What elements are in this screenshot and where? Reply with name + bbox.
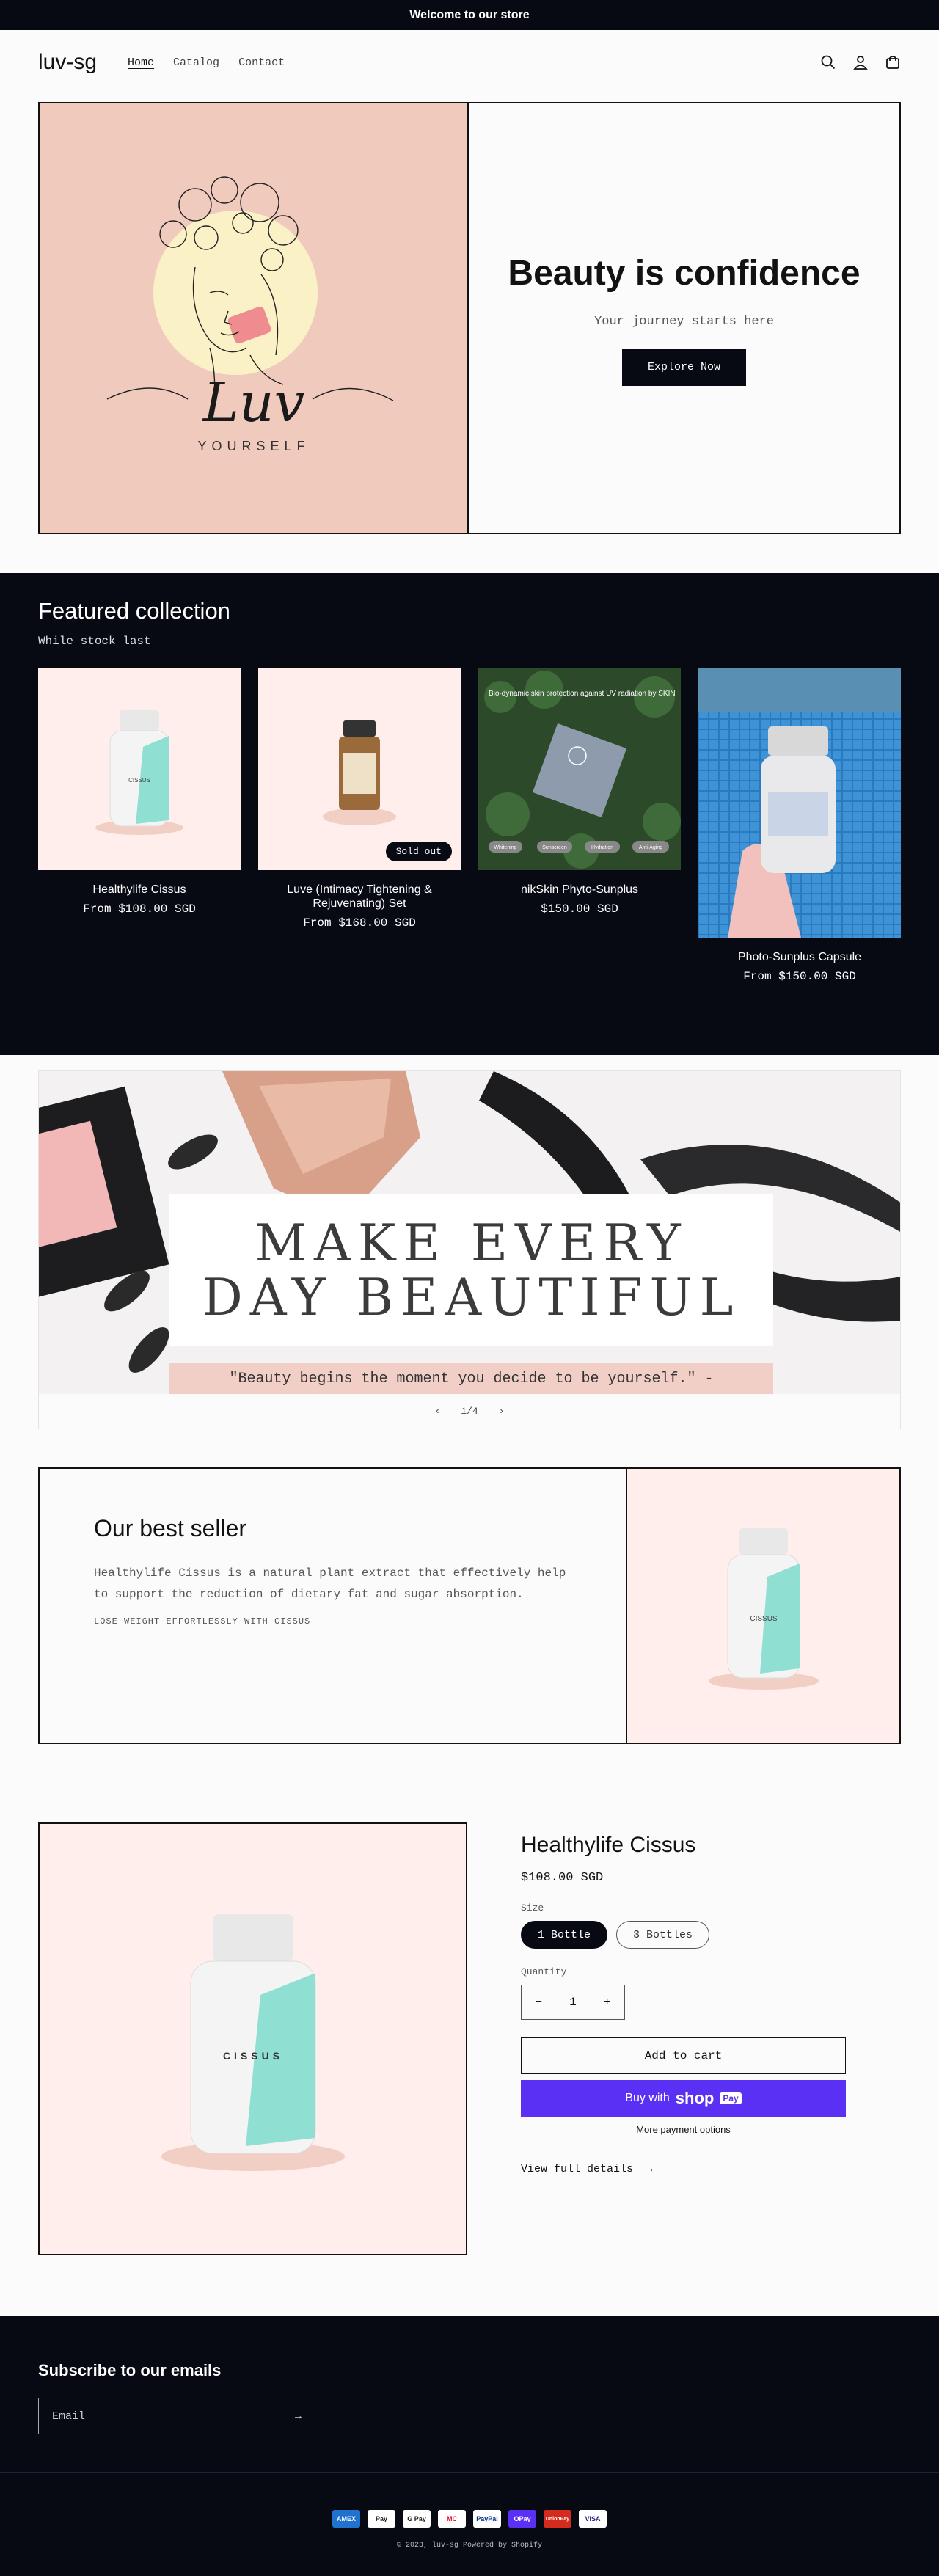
featured-subtitle: While stock last (38, 635, 151, 648)
amex-icon: AMEX (332, 2510, 360, 2528)
shop-pay-badge: Pay (720, 2092, 742, 2104)
hero-art-script: Luv (201, 371, 304, 434)
slideshow-controls: ‹ 1/4 › (39, 1394, 900, 1429)
hero-image: Luv YOURSELF (40, 103, 469, 533)
product-card[interactable]: Sold out Luve (Intimacy Tightening & Rej… (258, 668, 461, 983)
slide-headline-line2: DAY BEAUTIFUL (202, 1268, 741, 1327)
featured-product: CISSUS Healthylife Cissus $108.00 SGD Si… (38, 1822, 901, 2255)
site-logo[interactable]: luv-sg (38, 50, 97, 75)
best-seller-caption: LOSE WEIGHT EFFORTLESSLY WITH CISSUS (94, 1616, 311, 1627)
best-seller-title: Our best seller (94, 1515, 247, 1541)
nav-catalog[interactable]: Catalog (173, 56, 219, 69)
email-placeholder: Email (52, 2409, 86, 2423)
nav-contact[interactable]: Contact (238, 56, 285, 69)
site-header: luv-sg Home Catalog Contact (0, 30, 939, 95)
slide-quote: "Beauty begins the moment you decide to … (169, 1363, 773, 1394)
best-seller: Our best seller Healthylife Cissus is a … (38, 1467, 901, 1744)
product-title: Healthylife Cissus (521, 1833, 696, 1857)
hero-content: Beauty is confidence Your journey starts… (469, 103, 899, 533)
shop-pay-icon: OPay (508, 2510, 536, 2528)
view-details-link[interactable]: View full details → (521, 2163, 846, 2175)
announcement-text: Welcome to our store (409, 8, 530, 21)
more-payment-options-link[interactable]: More payment options (521, 2124, 846, 2135)
arrow-right-icon[interactable]: → (295, 2410, 302, 2423)
product-name[interactable]: Healthylife Cissus (38, 883, 241, 897)
product-name[interactable]: Photo-Sunplus Capsule (698, 950, 901, 964)
arrow-right-icon: → (646, 2163, 654, 2175)
quantity-stepper: − 1 + (521, 1985, 625, 2020)
view-details-label: View full details (521, 2163, 634, 2175)
product-main-image[interactable]: CISSUS (38, 1822, 467, 2255)
featured-title: Featured collection (38, 598, 230, 624)
slide: MAKE EVERY DAY BEAUTIFUL "Beauty begins … (39, 1071, 900, 1394)
quantity-input[interactable]: 1 (569, 1996, 577, 2009)
product-name[interactable]: nikSkin Phyto-Sunplus (478, 883, 681, 897)
product-price: From $108.00 SGD (83, 902, 196, 916)
email-field[interactable]: Email → (38, 2398, 315, 2434)
photo-tag: Whitening (494, 845, 516, 850)
product-price: $150.00 SGD (541, 902, 618, 916)
best-seller-image: CISSUS (626, 1469, 899, 1743)
size-option-3-bottles[interactable]: 3 Bottles (616, 1921, 710, 1949)
subscribe-title: Subscribe to our emails (38, 2361, 222, 2379)
announcement-bar: Welcome to our store (0, 0, 939, 30)
plus-icon[interactable]: + (604, 1996, 611, 2009)
bottle-label: CISSUS (222, 2050, 282, 2062)
slide-headline-line1: MAKE EVERY (255, 1214, 688, 1273)
bottle-label: CISSUS (750, 1615, 778, 1623)
product-card[interactable]: Bio-dynamic skin protection against UV r… (478, 668, 681, 983)
photo-tag: Sunscreen (542, 845, 567, 850)
payment-icons: AMEX Pay G Pay MC PayPal OPay UnionPay V… (0, 2510, 939, 2528)
product-price: $108.00 SGD (521, 1871, 604, 1885)
svg-text:CISSUS: CISSUS (128, 777, 150, 784)
hero-subtitle: Your journey starts here (594, 314, 774, 329)
slide-counter: 1/4 (461, 1406, 478, 1417)
sold-out-badge: Sold out (385, 842, 452, 861)
chevron-right-icon[interactable]: › (499, 1406, 505, 1417)
best-seller-text: Healthylife Cissus is a natural plant ex… (94, 1566, 566, 1601)
add-to-cart-button[interactable]: Add to cart (521, 2037, 846, 2074)
buy-with-shop-pay-button[interactable]: Buy with shop Pay (521, 2080, 846, 2117)
search-icon[interactable] (820, 54, 836, 70)
photo-banner-text: Bio-dynamic skin protection against UV r… (489, 690, 676, 698)
product-price: From $150.00 SGD (743, 970, 856, 983)
quantity-label: Quantity (521, 1966, 567, 1977)
size-option-1-bottle[interactable]: 1 Bottle (521, 1921, 608, 1949)
shop-pay-logo: shop (675, 2089, 715, 2107)
product-card[interactable]: Photo-Sunplus Capsule From $150.00 SGD (698, 668, 901, 983)
size-label: Size (521, 1902, 544, 1913)
slideshow: MAKE EVERY DAY BEAUTIFUL "Beauty begins … (38, 1070, 901, 1429)
visa-icon: VISA (579, 2510, 607, 2528)
footer-divider (0, 2472, 939, 2473)
buy-with-label: Buy with (625, 2092, 670, 2104)
hero-art-caption: YOURSELF (197, 439, 310, 453)
site-footer: Subscribe to our emails Email → AMEX Pay… (0, 2316, 939, 2576)
product-price: From $168.00 SGD (303, 916, 416, 930)
slide-text-box: MAKE EVERY DAY BEAUTIFUL (169, 1194, 773, 1346)
account-icon[interactable] (852, 54, 869, 70)
photo-tag: Anti-Aging (639, 845, 662, 850)
product-image[interactable]: Sold out (258, 668, 461, 870)
product-name[interactable]: Luve (Intimacy Tightening & Rejuvenating… (258, 883, 461, 911)
copyright: © 2023, luv-sg Powered by Shopify (396, 2542, 543, 2550)
paypal-icon: PayPal (473, 2510, 501, 2528)
product-image[interactable]: CISSUS (38, 668, 241, 870)
google-pay-icon: G Pay (403, 2510, 431, 2528)
unionpay-icon: UnionPay (544, 2510, 571, 2528)
chevron-left-icon[interactable]: ‹ (434, 1406, 440, 1417)
product-image[interactable]: Bio-dynamic skin protection against UV r… (478, 668, 681, 870)
mastercard-icon: MC (438, 2510, 466, 2528)
hero-banner: Luv YOURSELF Beauty is confidence Your j… (38, 102, 901, 534)
photo-tag: Hydration (591, 845, 613, 850)
hero-title: Beauty is confidence (508, 253, 861, 293)
explore-now-button[interactable]: Explore Now (622, 349, 746, 386)
main-nav: Home Catalog Contact (128, 56, 285, 69)
cart-icon[interactable] (885, 54, 901, 70)
nav-home[interactable]: Home (128, 56, 154, 69)
apple-pay-icon: Pay (368, 2510, 395, 2528)
featured-collection: Featured collection While stock last CIS… (0, 573, 939, 1055)
product-card[interactable]: CISSUS Healthylife Cissus From $108.00 S… (38, 668, 241, 983)
minus-icon[interactable]: − (536, 1996, 543, 2009)
product-image[interactable] (698, 668, 901, 938)
